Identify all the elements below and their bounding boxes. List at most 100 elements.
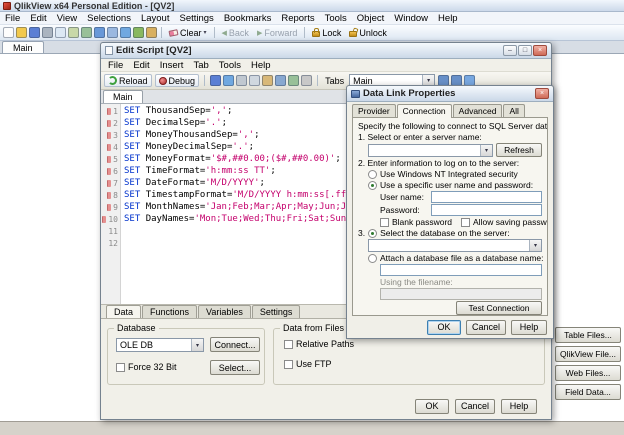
help-button[interactable]: Help	[501, 398, 537, 414]
blank-password-checkbox[interactable]	[380, 217, 389, 227]
app-titlebar[interactable]: QlikView x64 Personal Edition - [QV2]	[0, 0, 624, 12]
edit-script-titlebar[interactable]: Edit Script [QV2] – □ ×	[101, 43, 551, 59]
back-button[interactable]: ◀ Back	[219, 26, 252, 39]
search-icon[interactable]	[120, 27, 131, 38]
tab-all[interactable]: All	[503, 104, 525, 117]
app-menu-item-window[interactable]: Window	[389, 13, 433, 24]
find-replace-icon[interactable]	[275, 75, 287, 86]
print-icon[interactable]	[42, 27, 53, 38]
chevron-down-icon[interactable]: ▾	[191, 339, 203, 351]
database-type-combo[interactable]: OLE DB ▾	[116, 338, 204, 352]
radio-specific-user[interactable]	[368, 180, 377, 190]
radio-nt-security[interactable]	[368, 169, 377, 179]
paste-icon[interactable]	[262, 75, 274, 86]
clear-button[interactable]: Clear ▾	[166, 26, 210, 39]
tab-connection[interactable]: Connection	[396, 104, 452, 118]
app-menu-item-file[interactable]: File	[0, 13, 25, 24]
tab-advanced[interactable]: Advanced	[452, 104, 503, 117]
tab-provider[interactable]: Provider	[352, 104, 396, 117]
print-preview-icon[interactable]	[55, 27, 66, 38]
maximize-button[interactable]: □	[518, 45, 532, 56]
undo-icon[interactable]	[94, 27, 105, 38]
edit-script-icon[interactable]	[68, 27, 79, 38]
app-menu-item-reports[interactable]: Reports	[276, 13, 319, 24]
dialog-help-button[interactable]: Help	[511, 319, 547, 335]
user-name-input[interactable]	[431, 191, 542, 203]
cancel-button[interactable]: Cancel	[455, 398, 495, 414]
copy-icon[interactable]	[249, 75, 261, 86]
test-connection-button[interactable]: Test Connection	[456, 301, 542, 315]
ok-button[interactable]: OK	[415, 398, 449, 414]
current-selections-icon[interactable]	[133, 27, 144, 38]
data-link-titlebar[interactable]: Data Link Properties ×	[347, 86, 553, 102]
new-file-icon[interactable]	[3, 27, 14, 38]
redo-icon[interactable]	[107, 27, 118, 38]
comment-icon[interactable]	[301, 75, 313, 86]
edit-script-menu-item-edit[interactable]: Edit	[128, 60, 154, 71]
password-input[interactable]	[431, 204, 542, 216]
lock-button[interactable]: Lock	[309, 26, 344, 39]
refresh-button[interactable]: Refresh	[496, 143, 542, 157]
search-icon[interactable]	[223, 75, 235, 86]
table-files-button[interactable]: Table Files...	[555, 327, 621, 343]
field-data-button[interactable]: Field Data...	[555, 384, 621, 400]
connect-button[interactable]: Connect...	[210, 337, 260, 352]
use-ftp-label: Use FTP	[296, 359, 332, 369]
edit-script-menu-item-tools[interactable]: Tools	[214, 60, 246, 71]
dialog-close-button[interactable]: ×	[535, 88, 549, 99]
app-menu-item-bookmarks[interactable]: Bookmarks	[219, 13, 277, 24]
force-32bit-checkbox[interactable]	[116, 362, 125, 372]
server-name-combo[interactable]: ▾	[368, 143, 493, 157]
tab-data[interactable]: Data	[106, 305, 142, 318]
database-combo[interactable]: ▾	[368, 239, 542, 252]
app-menu-item-selections[interactable]: Selections	[82, 13, 136, 24]
use-ftp-checkbox[interactable]	[284, 359, 293, 369]
app-menu-item-layout[interactable]: Layout	[136, 13, 175, 24]
attach-database-input[interactable]	[380, 264, 542, 276]
radio-attach-database[interactable]	[368, 253, 377, 263]
edit-script-menu-item-file[interactable]: File	[103, 60, 128, 71]
app-menu-item-edit[interactable]: Edit	[25, 13, 51, 24]
line-marker-icon	[107, 167, 112, 175]
app-menu-item-view[interactable]: View	[52, 13, 82, 24]
tab-variables[interactable]: Variables	[198, 305, 251, 318]
edit-script-toolbar-icons	[210, 75, 313, 86]
app-menu-item-object[interactable]: Object	[352, 13, 389, 24]
app-toolbar-icons	[3, 27, 157, 38]
filename-input[interactable]	[380, 288, 542, 300]
chevron-down-icon[interactable]: ▾	[480, 144, 492, 156]
tab-settings[interactable]: Settings	[251, 305, 301, 318]
unlock-button[interactable]: Unlock	[346, 26, 390, 39]
close-button[interactable]: ×	[533, 45, 547, 56]
sheet-tab-main[interactable]: Main	[2, 41, 44, 53]
select-button[interactable]: Select...	[210, 360, 260, 375]
qlikview-file-button[interactable]: QlikView File...	[555, 346, 621, 362]
radio-select-database[interactable]	[368, 228, 378, 238]
bookmark-icon[interactable]	[146, 27, 157, 38]
edit-script-menu-item-insert[interactable]: Insert	[155, 60, 189, 71]
app-menu-item-settings[interactable]: Settings	[174, 13, 218, 24]
script-tab-main[interactable]: Main	[103, 90, 143, 103]
dialog-ok-button[interactable]: OK	[427, 319, 461, 335]
cut-icon[interactable]	[236, 75, 248, 86]
web-files-button[interactable]: Web Files...	[555, 365, 621, 381]
save-icon[interactable]	[29, 27, 40, 38]
tab-functions[interactable]: Functions	[142, 305, 198, 318]
table-viewer-icon[interactable]	[81, 27, 92, 38]
chevron-down-icon[interactable]: ▾	[529, 240, 541, 251]
save-icon[interactable]	[210, 75, 222, 86]
minimize-button[interactable]: –	[503, 45, 517, 56]
syntax-check-icon[interactable]	[288, 75, 300, 86]
open-icon[interactable]	[16, 27, 27, 38]
forward-button[interactable]: ▶ Forward	[254, 26, 300, 39]
edit-script-menu-item-help[interactable]: Help	[246, 60, 276, 71]
debug-button[interactable]: Debug	[154, 74, 200, 87]
relative-paths-checkbox[interactable]	[284, 339, 293, 349]
dialog-cancel-button[interactable]: Cancel	[466, 319, 506, 335]
app-menu-item-tools[interactable]: Tools	[320, 13, 352, 24]
edit-script-menu-item-tab[interactable]: Tab	[188, 60, 213, 71]
reload-button[interactable]: Reload	[104, 74, 152, 87]
data-link-button-row: OK Cancel Help	[347, 316, 553, 338]
app-menu-item-help[interactable]: Help	[433, 13, 463, 24]
allow-saving-checkbox[interactable]	[461, 217, 471, 227]
